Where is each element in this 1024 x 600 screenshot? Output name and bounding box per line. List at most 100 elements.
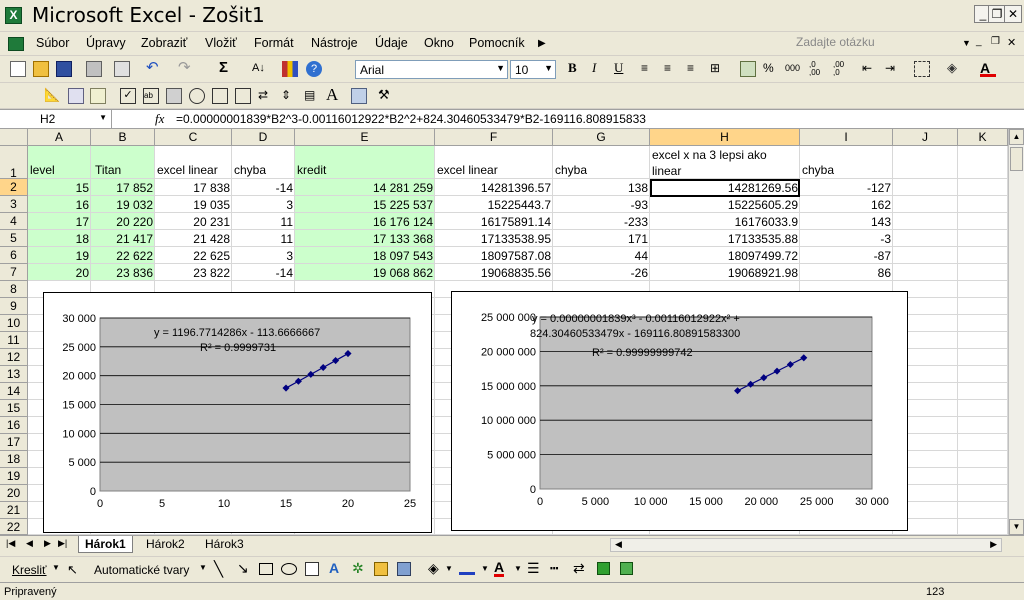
row-header-20[interactable]: 20 — [0, 485, 28, 502]
cell-h4[interactable]: 16176033.9 — [650, 214, 800, 230]
prev-sheet-icon[interactable]: ◀ — [26, 538, 33, 549]
cell-c5[interactable]: 21 428 — [155, 231, 232, 247]
menu-subor[interactable]: Súbor — [36, 36, 69, 50]
header-cell-a[interactable]: level — [28, 162, 91, 178]
cell-f6[interactable]: 18097587.08 — [435, 248, 553, 264]
cell-e4[interactable]: 16 176 124 — [295, 214, 435, 230]
dash-style-icon[interactable]: ┅ — [550, 560, 558, 577]
header-cell-g[interactable]: chyba — [553, 162, 650, 178]
line-style-icon[interactable]: ☰ — [527, 560, 540, 577]
row-header-4[interactable]: 4 — [0, 213, 28, 230]
autoshapes-dropdown-icon[interactable]: ▼ — [199, 563, 207, 572]
align-center-icon[interactable]: ≡ — [664, 61, 680, 77]
row-header-13[interactable]: 13 — [0, 366, 28, 383]
cell-a2[interactable]: 15 — [28, 180, 91, 196]
line-color-dropdown-icon[interactable]: ▼ — [481, 564, 489, 573]
excel-icon[interactable]: X — [5, 7, 22, 24]
row-header-15[interactable]: 15 — [0, 400, 28, 417]
sheet-tab-3[interactable]: Hárok3 — [199, 536, 250, 553]
decrease-decimal-icon[interactable]: ,00,0 — [833, 61, 849, 77]
cell-b7[interactable]: 23 836 — [91, 265, 155, 281]
cell-g7[interactable]: -26 — [553, 265, 650, 281]
name-box[interactable]: H2 ▼ — [0, 110, 112, 128]
cell-d6[interactable]: 3 — [232, 248, 295, 264]
cell-i3[interactable]: 162 — [800, 197, 893, 213]
cell-d7[interactable]: -14 — [232, 265, 295, 281]
doc-close-icon[interactable]: ✕ — [1007, 36, 1016, 49]
font-color-draw-icon[interactable]: A — [494, 560, 505, 577]
checkbox-control-icon[interactable]: ✓ — [120, 88, 136, 104]
row-header-17[interactable]: 17 — [0, 434, 28, 451]
header-cell-f[interactable]: excel linear — [435, 162, 553, 178]
select-all-corner[interactable] — [0, 129, 28, 146]
cell-i5[interactable]: -3 — [800, 231, 893, 247]
cell-g3[interactable]: -93 — [553, 197, 650, 213]
draw-menu-button[interactable]: Kresliť — [12, 563, 47, 577]
cell-g5[interactable]: 171 — [553, 231, 650, 247]
insert-function-icon[interactable]: fx — [155, 111, 164, 127]
more-chevron-icon[interactable]: ▶ — [538, 38, 546, 49]
option-button-icon[interactable] — [189, 88, 205, 104]
textbox-control-icon[interactable]: ab — [143, 88, 159, 104]
help-icon[interactable]: ? — [306, 61, 322, 77]
cell-a7[interactable]: 20 — [28, 265, 91, 281]
cell-i6[interactable]: -87 — [800, 248, 893, 264]
header-cell-d[interactable]: chyba — [232, 162, 295, 178]
wordart-icon[interactable]: A — [329, 560, 339, 576]
arrow-icon[interactable]: ↘ — [237, 560, 249, 577]
cell-f3[interactable]: 15225443.7 — [435, 197, 553, 213]
percent-icon[interactable]: % — [763, 61, 779, 77]
row-header-8[interactable]: 8 — [0, 281, 28, 298]
select-objects-icon[interactable]: ↖ — [67, 562, 78, 578]
column-header-j[interactable]: J — [893, 129, 958, 146]
menu-zobrazit[interactable]: Zobraziť — [141, 36, 187, 50]
doc-restore-icon[interactable]: ❐ — [991, 36, 1000, 47]
column-header-g[interactable]: G — [553, 129, 650, 146]
help-dropdown-icon[interactable]: ▼ — [962, 38, 971, 48]
sort-ascending-icon[interactable]: A↓ — [252, 61, 268, 77]
sheet-tab-1[interactable]: Hárok1 — [78, 536, 133, 553]
row-header-14[interactable]: 14 — [0, 383, 28, 400]
row-header-10[interactable]: 10 — [0, 315, 28, 332]
first-sheet-icon[interactable]: |◀ — [6, 538, 15, 549]
column-header-f[interactable]: F — [435, 129, 553, 146]
bold-icon[interactable]: B — [568, 60, 577, 76]
column-header-a[interactable]: A — [28, 129, 91, 146]
row-header-16[interactable]: 16 — [0, 417, 28, 434]
menu-vlozit[interactable]: Vložiť — [205, 36, 237, 50]
cell-f5[interactable]: 17133538.95 — [435, 231, 553, 247]
header-cell-h[interactable]: excel x na 3 lepsi ako linear — [650, 147, 800, 179]
menu-okno[interactable]: Okno — [424, 36, 454, 50]
align-left-icon[interactable]: ≡ — [641, 61, 657, 77]
header-cell-b[interactable]: Titan — [93, 162, 157, 178]
italic-icon[interactable]: I — [592, 60, 596, 76]
cell-d4[interactable]: 11 — [232, 214, 295, 230]
row-header-1[interactable]: 1 — [0, 146, 28, 180]
column-header-d[interactable]: D — [232, 129, 295, 146]
row-header-3[interactable]: 3 — [0, 196, 28, 213]
cell-h5[interactable]: 17133535.88 — [650, 231, 800, 247]
fill-dropdown-icon[interactable]: ▼ — [445, 564, 453, 573]
chart-1[interactable]: 0 5 000 10 000 15 000 20 000 25 000 30 000 0 5 10… — [43, 292, 432, 533]
row-header-2[interactable]: 2 — [0, 179, 28, 196]
font-color-icon[interactable]: A — [980, 61, 996, 77]
cell-h3[interactable]: 15225605.29 — [650, 197, 800, 213]
line-icon[interactable]: ╲ — [214, 560, 223, 578]
cell-c7[interactable]: 23 822 — [155, 265, 232, 281]
cell-b3[interactable]: 19 032 — [91, 197, 155, 213]
cell-a3[interactable]: 16 — [28, 197, 91, 213]
formula-input[interactable]: =0.00000001839*B2^3-0.00116012922*B2^2+8… — [176, 112, 646, 126]
cell-f4[interactable]: 16175891.14 — [435, 214, 553, 230]
toggle-button-icon[interactable]: ⇄ — [258, 88, 274, 104]
cell-d5[interactable]: 11 — [232, 231, 295, 247]
cell-e6[interactable]: 18 097 543 — [295, 248, 435, 264]
autoshapes-button[interactable]: Automatické tvary — [94, 563, 189, 577]
cell-c2[interactable]: 17 838 — [155, 180, 232, 196]
cell-b4[interactable]: 20 220 — [91, 214, 155, 230]
print-preview-icon[interactable] — [114, 61, 130, 77]
design-mode-icon[interactable]: 📐 — [44, 88, 60, 104]
row-header-21[interactable]: 21 — [0, 502, 28, 519]
menu-udaje[interactable]: Údaje — [375, 36, 408, 50]
clipart-icon[interactable] — [374, 562, 388, 576]
font-size-select[interactable]: 10 ▼ — [510, 60, 556, 79]
